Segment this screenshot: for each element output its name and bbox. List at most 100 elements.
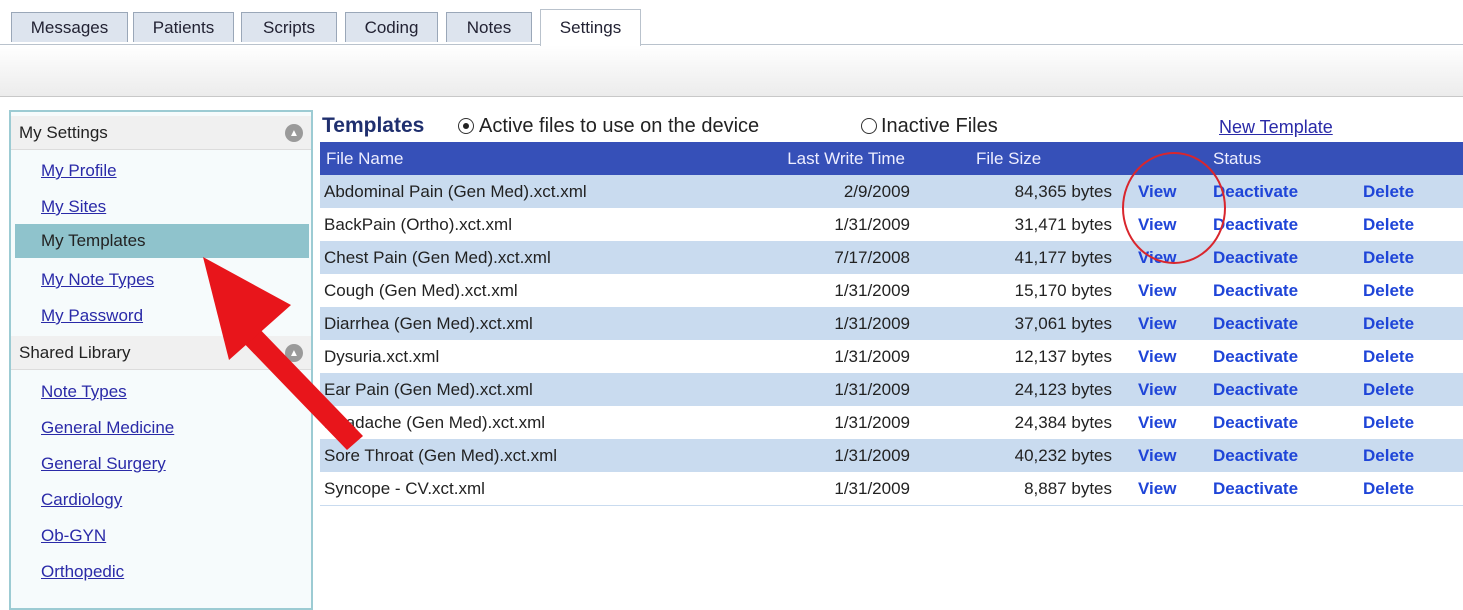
delete-link[interactable]: Delete <box>1349 208 1463 241</box>
shared-library-header[interactable]: Shared Library ▲ <box>11 336 311 370</box>
table-row: Cough (Gen Med).xct.xml 1/31/2009 15,170 b… <box>320 274 1463 307</box>
shared-library-title: Shared Library <box>19 342 131 362</box>
table-row: Syncope - CV.xct.xml 1/31/2009 8,887 bytes… <box>320 472 1463 506</box>
my-settings-title: My Settings <box>19 122 108 142</box>
inactive-files-label[interactable]: Inactive Files <box>881 115 998 138</box>
sidebar-item-my-password[interactable]: My Password <box>41 306 143 326</box>
deactivate-link[interactable]: Deactivate <box>1209 472 1349 506</box>
file-size-cell: 37,061 bytes <box>910 307 1112 340</box>
tab-coding[interactable]: Coding <box>345 12 438 42</box>
view-link[interactable]: View <box>1112 274 1209 307</box>
file-size-cell: 12,137 bytes <box>910 340 1112 373</box>
delete-link[interactable]: Delete <box>1349 307 1463 340</box>
collapse-icon[interactable]: ▲ <box>285 124 303 142</box>
sidebar-item-general-surgery[interactable]: General Surgery <box>41 454 166 474</box>
deactivate-link[interactable]: Deactivate <box>1209 274 1349 307</box>
file-size-cell: 8,887 bytes <box>910 472 1112 506</box>
deactivate-link[interactable]: Deactivate <box>1209 406 1349 439</box>
table-row: Abdominal Pain (Gen Med).xct.xml 2/9/2009… <box>320 175 1463 208</box>
sidebar-item-my-sites[interactable]: My Sites <box>41 197 106 217</box>
sidebar-item-general-medicine[interactable]: General Medicine <box>41 418 174 438</box>
deactivate-link[interactable]: Deactivate <box>1209 439 1349 472</box>
tab-settings[interactable]: Settings <box>540 9 641 46</box>
file-size-cell: 84,365 bytes <box>910 175 1112 208</box>
file-size-cell: 41,177 bytes <box>910 241 1112 274</box>
column-header-file-size[interactable]: File Size <box>910 142 1112 175</box>
tab-messages[interactable]: Messages <box>11 12 128 42</box>
deactivate-link[interactable]: Deactivate <box>1209 175 1349 208</box>
table-row: BackPain (Ortho).xct.xml 1/31/2009 31,471 … <box>320 208 1463 241</box>
last-write-time-cell: 1/31/2009 <box>740 373 910 406</box>
file-name-cell: Syncope - CV.xct.xml <box>320 472 740 506</box>
file-name-cell: Diarrhea (Gen Med).xct.xml <box>320 307 740 340</box>
deactivate-link[interactable]: Deactivate <box>1209 208 1349 241</box>
page-title: Templates <box>322 114 425 137</box>
table-row: Dysuria.xct.xml 1/31/2009 12,137 bytes View… <box>320 340 1463 373</box>
templates-table: File Name Last Write Time File Size Stat… <box>320 142 1463 506</box>
last-write-time-cell: 1/31/2009 <box>740 340 910 373</box>
sidebar-item-orthopedic[interactable]: Orthopedic <box>41 562 124 582</box>
delete-link[interactable]: Delete <box>1349 175 1463 208</box>
file-name-cell: Abdominal Pain (Gen Med).xct.xml <box>320 175 740 208</box>
new-template-link[interactable]: New Template <box>1219 117 1333 138</box>
table-row: Ear Pain (Gen Med).xct.xml 1/31/2009 24,12… <box>320 373 1463 406</box>
deactivate-link[interactable]: Deactivate <box>1209 241 1349 274</box>
column-header-last-write-time[interactable]: Last Write Time <box>740 142 910 175</box>
sidebar-item-my-note-types[interactable]: My Note Types <box>41 270 154 290</box>
collapse-icon[interactable]: ▲ <box>285 344 303 362</box>
file-size-cell: 24,384 bytes <box>910 406 1112 439</box>
toolbar <box>0 45 1463 97</box>
active-files-label[interactable]: Active files to use on the device <box>479 115 759 138</box>
view-link[interactable]: View <box>1112 406 1209 439</box>
tab-scripts[interactable]: Scripts <box>241 12 337 42</box>
sidebar-item-my-profile[interactable]: My Profile <box>41 161 117 181</box>
delete-link[interactable]: Delete <box>1349 340 1463 373</box>
inactive-files-radio[interactable] <box>861 118 877 134</box>
delete-link[interactable]: Delete <box>1349 406 1463 439</box>
file-name-cell: Chest Pain (Gen Med).xct.xml <box>320 241 740 274</box>
view-link[interactable]: View <box>1112 175 1209 208</box>
view-link[interactable]: View <box>1112 439 1209 472</box>
last-write-time-cell: 1/31/2009 <box>740 406 910 439</box>
sidebar-item-ob-gyn[interactable]: Ob-GYN <box>41 526 106 546</box>
tab-notes[interactable]: Notes <box>446 12 532 42</box>
deactivate-link[interactable]: Deactivate <box>1209 340 1349 373</box>
delete-link[interactable]: Delete <box>1349 373 1463 406</box>
tab-patients[interactable]: Patients <box>133 12 234 42</box>
sidebar-item-my-templates[interactable]: My Templates <box>15 224 309 258</box>
table-row: Chest Pain (Gen Med).xct.xml 7/17/2008 41,… <box>320 241 1463 274</box>
view-link[interactable]: View <box>1112 208 1209 241</box>
delete-link[interactable]: Delete <box>1349 241 1463 274</box>
templates-header: Templates Active files to use on the dev… <box>322 112 1463 140</box>
deactivate-link[interactable]: Deactivate <box>1209 373 1349 406</box>
sidebar-item-cardiology[interactable]: Cardiology <box>41 490 122 510</box>
file-size-cell: 15,170 bytes <box>910 274 1112 307</box>
column-header-file-name[interactable]: File Name <box>320 142 740 175</box>
last-write-time-cell: 1/31/2009 <box>740 439 910 472</box>
last-write-time-cell: 2/9/2009 <box>740 175 910 208</box>
view-link[interactable]: View <box>1112 472 1209 506</box>
column-header-status: Status <box>1209 142 1349 175</box>
view-link[interactable]: View <box>1112 241 1209 274</box>
my-settings-header[interactable]: My Settings ▲ <box>11 116 311 150</box>
last-write-time-cell: 1/31/2009 <box>740 274 910 307</box>
view-link[interactable]: View <box>1112 307 1209 340</box>
file-size-cell: 40,232 bytes <box>910 439 1112 472</box>
last-write-time-cell: 1/31/2009 <box>740 472 910 506</box>
active-files-radio[interactable] <box>458 118 474 134</box>
column-header-spacer <box>1349 142 1463 175</box>
table-row: Sore Throat (Gen Med).xct.xml 1/31/2009 40… <box>320 439 1463 472</box>
delete-link[interactable]: Delete <box>1349 274 1463 307</box>
file-name-cell: Headache (Gen Med).xct.xml <box>320 406 740 439</box>
last-write-time-cell: 1/31/2009 <box>740 307 910 340</box>
sidebar: My Settings ▲ My Profile My Sites My Tem… <box>9 110 313 610</box>
view-link[interactable]: View <box>1112 373 1209 406</box>
column-header-spacer <box>1112 142 1209 175</box>
sidebar-item-note-types[interactable]: Note Types <box>41 382 127 402</box>
table-row: Headache (Gen Med).xct.xml 1/31/2009 24,38… <box>320 406 1463 439</box>
delete-link[interactable]: Delete <box>1349 472 1463 506</box>
deactivate-link[interactable]: Deactivate <box>1209 307 1349 340</box>
view-link[interactable]: View <box>1112 340 1209 373</box>
delete-link[interactable]: Delete <box>1349 439 1463 472</box>
file-name-cell: Dysuria.xct.xml <box>320 340 740 373</box>
